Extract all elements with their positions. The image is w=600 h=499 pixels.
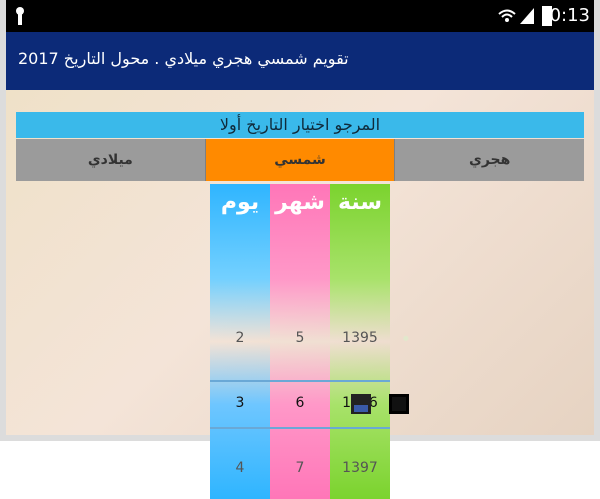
date-picker: يوم 2 3 4 شهر 5 6 7 سنة 1395 1396 1397 bbox=[210, 184, 390, 499]
wifi-icon bbox=[498, 9, 516, 22]
day-header: يوم bbox=[220, 190, 260, 215]
calendar-tabs: ميلادي شمسي هجري bbox=[16, 139, 585, 181]
tab-hijri[interactable]: هجري bbox=[395, 139, 585, 181]
status-time: 0:13 bbox=[549, 5, 590, 26]
month-header: شهر bbox=[275, 190, 325, 215]
year-header: سنة bbox=[338, 190, 382, 215]
day-column[interactable]: يوم 2 3 4 bbox=[210, 184, 270, 499]
tab-solar[interactable]: شمسي bbox=[204, 139, 396, 181]
picker-divider-bottom bbox=[210, 427, 390, 429]
day-prev-value[interactable]: 2 bbox=[210, 330, 270, 346]
month-column[interactable]: شهر 5 6 7 bbox=[270, 184, 330, 499]
year-column[interactable]: سنة 1395 1396 1397 bbox=[330, 184, 390, 499]
instruction-banner: المرجو اختيار التاريخ أولا bbox=[16, 112, 584, 138]
month-prev-value[interactable]: 5 bbox=[270, 330, 330, 346]
app-bar: تقويم شمسي هجري ميلادي . محول التاريخ 20… bbox=[6, 32, 594, 90]
ad-strip bbox=[190, 390, 426, 418]
year-next-value[interactable]: 1397 bbox=[330, 460, 390, 476]
main-content: المرجو اختيار التاريخ أولا ميلادي شمسي ه… bbox=[6, 90, 594, 499]
promo-logo-icon bbox=[389, 394, 409, 414]
year-prev-value[interactable]: 1395 bbox=[330, 330, 390, 346]
app-logo-icon bbox=[351, 394, 371, 414]
signal-icon bbox=[520, 8, 534, 24]
picker-divider-top bbox=[210, 380, 390, 382]
status-bar: 0:13 bbox=[6, 0, 594, 32]
keyhole-icon bbox=[16, 7, 24, 25]
day-next-value[interactable]: 4 bbox=[210, 460, 270, 476]
month-next-value[interactable]: 7 bbox=[270, 460, 330, 476]
app-title: تقويم شمسي هجري ميلادي . محول التاريخ 20… bbox=[18, 49, 349, 68]
tab-gregorian[interactable]: ميلادي bbox=[16, 139, 205, 181]
screen-frame: 0:13 تقويم شمسي هجري ميلادي . محول التار… bbox=[0, 0, 600, 499]
